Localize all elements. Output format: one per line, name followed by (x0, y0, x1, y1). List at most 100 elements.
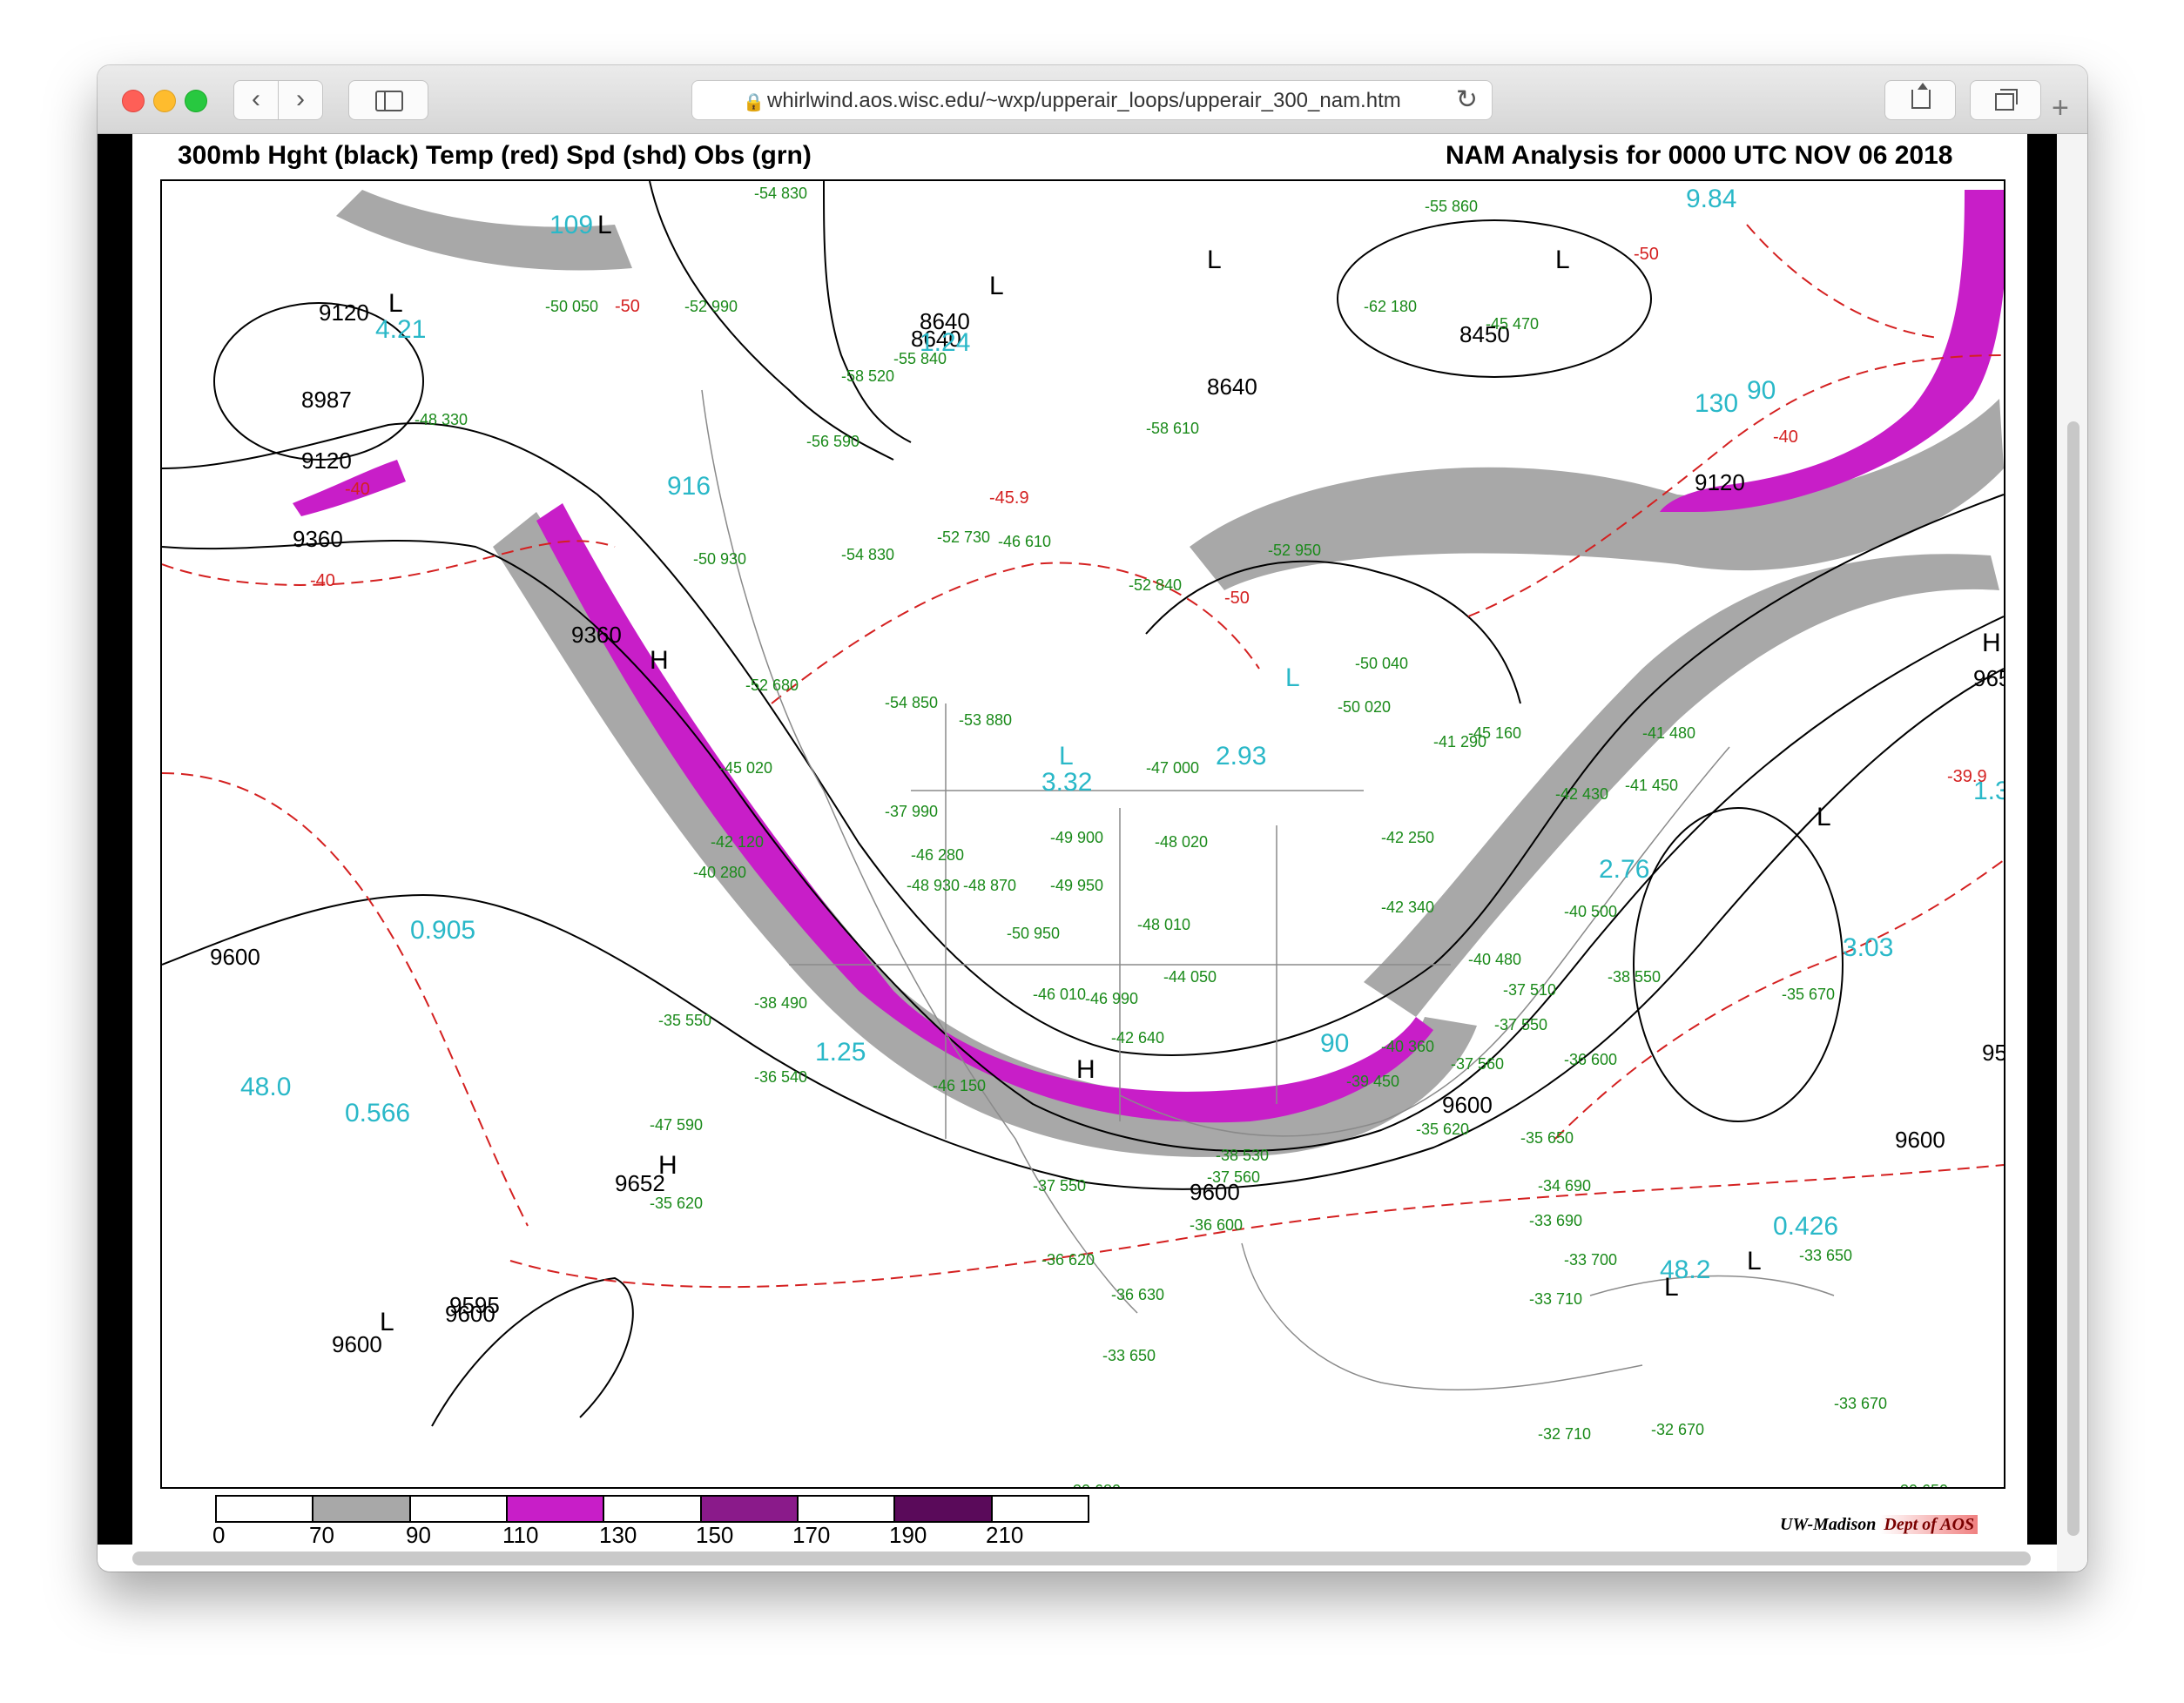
station-observation: -46 150 (933, 1077, 986, 1094)
station-observation: -38 550 (1608, 968, 1661, 986)
pressure-system-letter: H (658, 1151, 677, 1180)
station-observation: -50 930 (693, 550, 746, 568)
zoom-window-button[interactable] (185, 90, 207, 112)
station-observation: -50 040 (1355, 655, 1408, 672)
station-observation: -40 360 (1381, 1038, 1434, 1055)
station-observation: -35 620 (1416, 1121, 1469, 1138)
vertical-scroll-thumb[interactable] (2067, 421, 2080, 1536)
station-observation: -41 480 (1642, 724, 1695, 742)
show-tabs-button[interactable] (1970, 80, 2041, 120)
wind-speed-value: 48.0 (240, 1073, 291, 1101)
wind-speed-value: 2.76 (1599, 855, 1649, 884)
wind-speed-value: 0.426 (1773, 1212, 1838, 1241)
address-bar[interactable]: 🔒 whirlwind.aos.wisc.edu/~wxp/upperair_l… (691, 80, 1493, 120)
sidebar-icon (375, 91, 403, 111)
station-observation: -33 710 (1529, 1290, 1582, 1308)
pressure-system-letter: L (1207, 246, 1222, 274)
back-button[interactable]: ‹ (233, 80, 279, 120)
horizontal-scrollbar[interactable] (132, 1552, 2031, 1565)
forward-button[interactable]: › (278, 80, 323, 120)
station-observation: -50 950 (1007, 925, 1060, 942)
station-observation: -48 010 (1137, 916, 1190, 933)
station-observation: -36 600 (1564, 1051, 1617, 1068)
station-observation: -52 680 (745, 676, 799, 694)
station-observation: -41 450 (1625, 777, 1678, 794)
temperature-label: -40 (1773, 427, 1798, 447)
legend-swatch (410, 1497, 508, 1521)
reload-icon[interactable]: ↻ (1456, 84, 1478, 115)
station-observation: -48 330 (415, 411, 468, 428)
wind-speed-value: 916 (667, 472, 711, 501)
pressure-system-letter: L (1555, 246, 1570, 274)
height-label: 9600 (1442, 1092, 1493, 1118)
station-observation: -37 550 (1033, 1177, 1086, 1195)
legend-label: 170 (792, 1522, 831, 1548)
station-observation: -30 650 (1895, 1482, 1948, 1487)
legend-swatch (701, 1497, 799, 1521)
pressure-system-letter: L (1747, 1247, 1762, 1276)
station-observation: -52 950 (1268, 542, 1321, 559)
station-observation: -46 010 (1033, 986, 1086, 1003)
pressure-system-letter: L (1059, 742, 1074, 771)
minimize-window-button[interactable] (153, 90, 176, 112)
legend-swatch (217, 1497, 314, 1521)
wind-speed-value: 4.21 (375, 315, 426, 344)
temperature-label: -50 (615, 297, 640, 316)
browser-toolbar: ‹ › 🔒 whirlwind.aos.wisc.edu/~wxp/uppera… (98, 65, 2087, 134)
station-observation: -33 700 (1564, 1251, 1617, 1269)
station-observation: -49 950 (1050, 877, 1103, 894)
station-observation: -36 600 (1190, 1216, 1243, 1234)
close-window-button[interactable] (122, 90, 145, 112)
height-label: 9600 (332, 1331, 382, 1357)
station-observation: -55 860 (1425, 198, 1478, 215)
share-button[interactable] (1884, 80, 1956, 120)
wind-speed-value: 109 (549, 211, 593, 239)
station-observation: -52 990 (684, 298, 738, 315)
station-observation: -47 590 (650, 1116, 703, 1134)
wind-speed-value: 90 (1747, 376, 1776, 405)
page-left-margin (98, 134, 132, 1545)
height-label: 8640 (1207, 374, 1257, 400)
temperature-label: -39.9 (1947, 767, 1987, 786)
height-label: 9120 (301, 448, 352, 474)
credit-dept: Dept of AOS (1880, 1515, 1978, 1534)
station-observation: -35 670 (1782, 986, 1835, 1003)
pressure-system-letter: L (989, 272, 1004, 300)
station-observation: -44 050 (1163, 968, 1217, 986)
new-tab-button[interactable]: + (2052, 91, 2069, 125)
legend-label: 0 (212, 1522, 226, 1548)
height-label: 9600 (1895, 1127, 1945, 1153)
station-observation: -48 870 (963, 877, 1016, 894)
station-observation: -42 430 (1555, 785, 1608, 803)
station-observation: -33 650 (1799, 1247, 1852, 1264)
height-label: 9652 (1973, 665, 2004, 691)
station-observation: -52 840 (1129, 576, 1182, 594)
station-observation: -53 880 (959, 711, 1012, 729)
station-observation: -40 500 (1564, 903, 1617, 920)
height-label: 95 (1982, 1040, 2004, 1066)
sidebar-toggle-button[interactable] (348, 80, 428, 120)
station-observation: -48 020 (1155, 833, 1208, 851)
station-observation: -38 490 (754, 994, 807, 1012)
wind-speed-value: 1.25 (815, 1038, 866, 1067)
legend-label: 150 (696, 1522, 734, 1548)
station-observation: -32 670 (1651, 1421, 1704, 1438)
station-observation: -35 550 (658, 1012, 711, 1029)
legend-label: 130 (599, 1522, 637, 1548)
credit-uw: UW-Madison (1780, 1515, 1877, 1534)
station-observation: -35 650 (1520, 1129, 1574, 1147)
legend-label: 110 (502, 1522, 539, 1548)
legend-label: 90 (406, 1522, 431, 1548)
temperature-label: -40 (310, 571, 335, 590)
station-observation: -40 280 (693, 864, 746, 881)
station-observation: -37 560 (1451, 1055, 1504, 1073)
pressure-system-letter: H (650, 646, 669, 675)
chevron-right-icon: › (296, 84, 305, 113)
station-observation: -56 590 (806, 433, 859, 450)
wind-speed-value: 3.32 (1041, 768, 1092, 797)
station-observation: -39 450 (1346, 1073, 1399, 1090)
temperature-label: -40 (345, 480, 370, 499)
share-icon (1911, 90, 1931, 109)
legend-swatch (992, 1497, 1088, 1521)
station-observation: -41 290 (1433, 733, 1486, 751)
